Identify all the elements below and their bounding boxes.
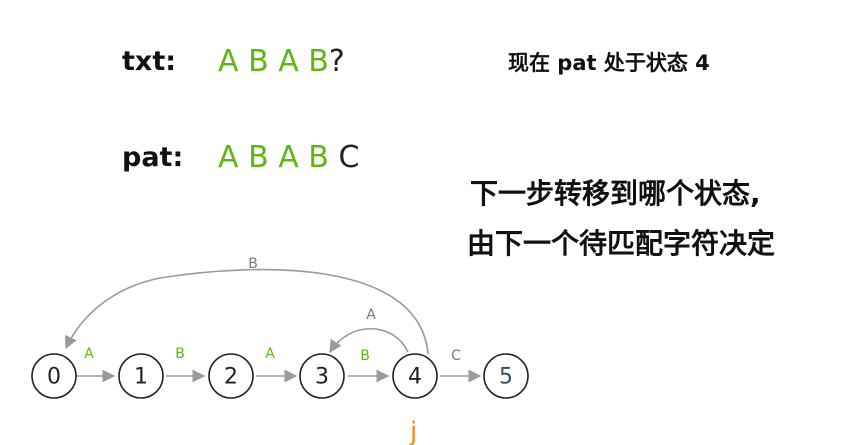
state-label: 0 <box>47 365 61 390</box>
state-machine-diagram: A B A B C A B 0 1 2 3 4 5 j <box>31 256 529 445</box>
edge-label-4-5: C <box>451 348 461 364</box>
state-node-4: 4 <box>392 353 438 399</box>
edge-label-3-4: B <box>360 348 370 364</box>
state-label: 4 <box>408 365 422 390</box>
state-node-1: 1 <box>118 353 164 399</box>
edge-label-4-3: A <box>366 307 376 323</box>
edge-label-2-3: A <box>265 346 275 362</box>
state-node-2: 2 <box>208 353 254 399</box>
state-label: 2 <box>224 365 238 390</box>
state-node-5: 5 <box>483 353 529 399</box>
state-node-3: 3 <box>299 353 345 399</box>
pointer-j: j <box>409 417 417 445</box>
state-label: 1 <box>134 365 148 390</box>
edge-label-4-0: B <box>248 256 258 272</box>
state-label: 5 <box>499 365 513 390</box>
edge-label-0-1: A <box>84 346 94 362</box>
state-node-0: 0 <box>31 353 77 399</box>
state-label: 3 <box>315 365 329 390</box>
edge-label-1-2: B <box>175 346 185 362</box>
